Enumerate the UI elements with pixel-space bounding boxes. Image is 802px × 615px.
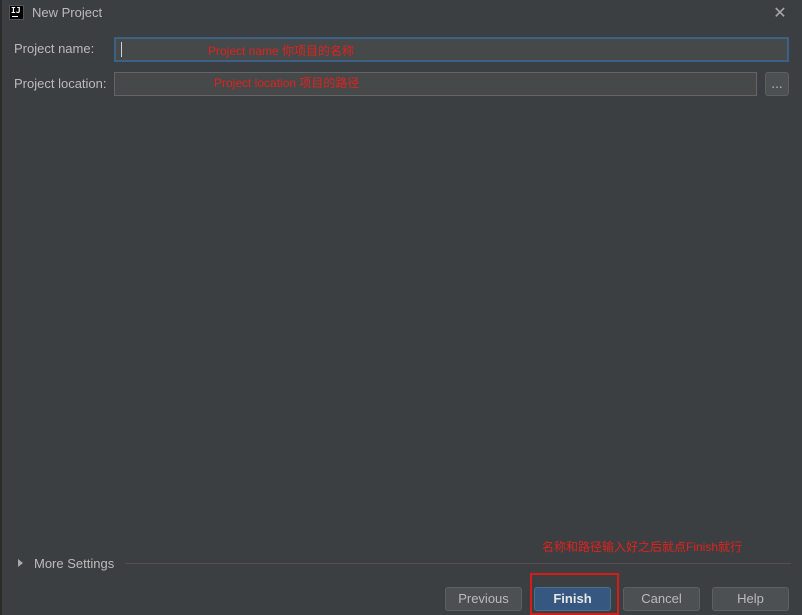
logo-text: IJ	[11, 6, 21, 15]
more-settings-label: More Settings	[34, 555, 115, 571]
finish-button[interactable]: Finish	[534, 587, 611, 611]
project-name-annotation: Project name 你项目的名称	[208, 44, 355, 58]
project-location-label: Project location:	[14, 76, 107, 91]
project-location-input[interactable]	[114, 72, 757, 96]
browse-location-button[interactable]: ...	[765, 72, 789, 96]
project-name-label: Project name:	[14, 41, 95, 56]
project-location-annotation: Project location 项目的路径	[214, 76, 360, 90]
more-settings-toggle[interactable]: More Settings	[18, 554, 114, 572]
close-icon[interactable]: ✕	[770, 3, 790, 23]
logo-underline	[12, 16, 18, 17]
text-caret	[121, 42, 122, 57]
new-project-dialog: IJ New Project ✕ Project name: Project l…	[0, 0, 802, 615]
window-edge	[0, 0, 2, 615]
title-bar: IJ New Project ✕	[0, 0, 802, 26]
cancel-button[interactable]: Cancel	[623, 587, 700, 611]
more-settings-divider	[125, 563, 791, 564]
previous-button[interactable]: Previous	[445, 587, 522, 611]
intellij-logo-icon: IJ	[9, 5, 24, 20]
triangle-right-icon	[18, 559, 23, 567]
finish-annotation: 名称和路径输入好之后就点Finish就行	[542, 540, 743, 554]
window-title: New Project	[32, 5, 103, 20]
help-button[interactable]: Help	[712, 587, 789, 611]
